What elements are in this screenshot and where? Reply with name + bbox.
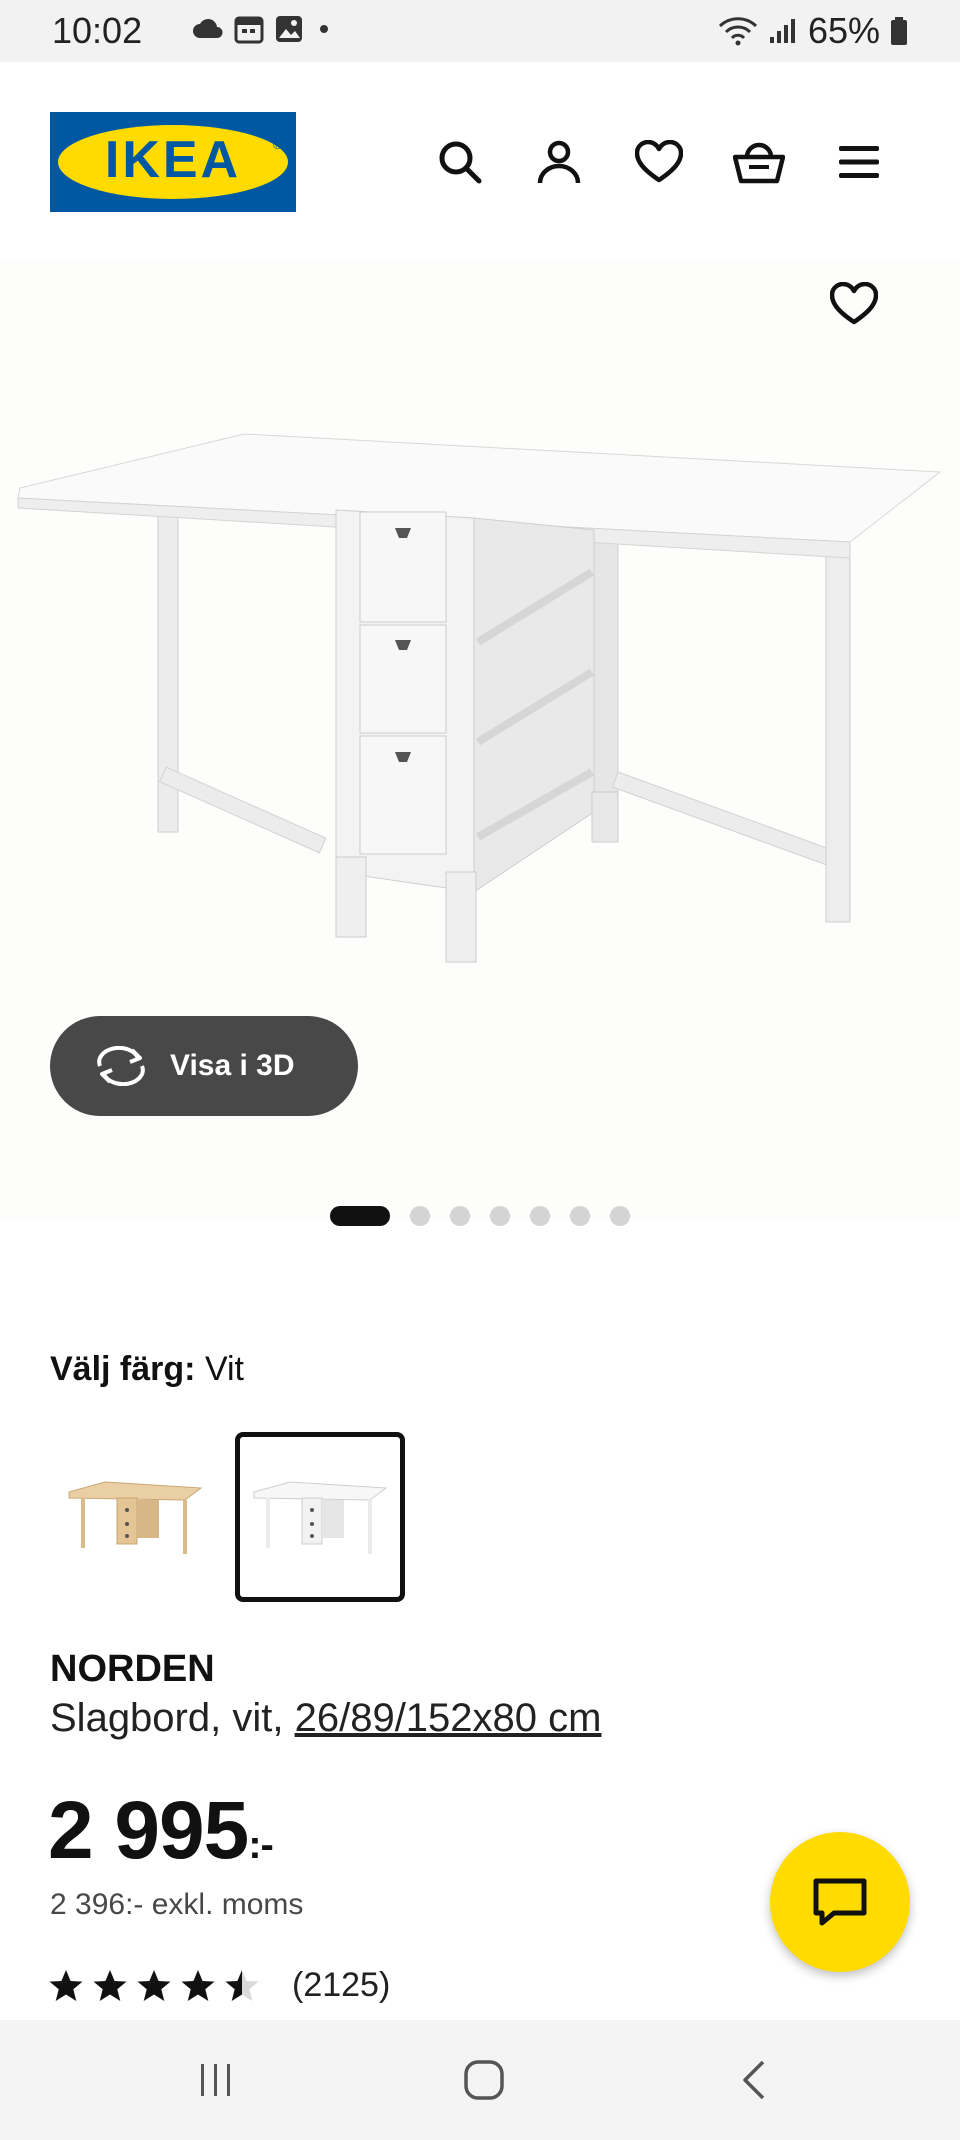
menu-button[interactable]: [829, 132, 889, 192]
product-image-gateleg-table: [17, 433, 942, 963]
half-star-icon: [225, 1969, 259, 2001]
view-in-3d-button[interactable]: Visa i 3D: [50, 1016, 358, 1116]
save-to-list-button[interactable]: [829, 281, 890, 342]
favourites-button[interactable]: [629, 132, 689, 192]
product-gallery[interactable]: Visa i 3D: [0, 262, 960, 1222]
battery-icon: [891, 17, 907, 45]
review-count: (2125): [292, 1966, 391, 2004]
gallery-icon: [276, 16, 302, 42]
account-button[interactable]: [529, 132, 589, 192]
gallery-pagination: [0, 1204, 960, 1228]
gallery-dot-7[interactable]: [610, 1206, 630, 1226]
back-chevron-icon: [743, 2060, 765, 2100]
view-in-3d-label: Visa i 3D: [170, 1049, 295, 1082]
product-price: 2 995:-: [48, 1784, 274, 1878]
gallery-dot-3[interactable]: [450, 1206, 470, 1226]
color-option-birch[interactable]: [50, 1432, 220, 1602]
chat-button[interactable]: [770, 1832, 910, 1972]
status-system-icons: 65%: [718, 10, 908, 52]
cloud-icon: [193, 19, 223, 38]
gallery-dot-2[interactable]: [410, 1206, 430, 1226]
basket-icon: [733, 142, 785, 184]
home-button[interactable]: [444, 2050, 524, 2110]
status-time: 10:02: [52, 10, 143, 51]
logo-registered-mark: ®: [273, 138, 282, 152]
wifi-icon: [718, 17, 757, 46]
white-table-thumbnail: [253, 1481, 388, 1554]
logo-wordmark: IKEA: [104, 131, 242, 189]
color-label-prefix: Välj färg:: [50, 1350, 196, 1388]
status-notification-icons: [192, 14, 334, 44]
system-navigation-bar: [0, 2020, 960, 2140]
gallery-dot-5[interactable]: [530, 1206, 550, 1226]
recent-apps-button[interactable]: [176, 2050, 256, 2110]
star-icon: [49, 1969, 83, 2001]
star-icon: [137, 1969, 171, 2001]
home-icon: [464, 2060, 504, 2100]
product-dimensions-link[interactable]: 26/89/152x80 cm: [295, 1696, 602, 1740]
hamburger-menu-icon: [839, 146, 879, 178]
battery-percent: 65%: [807, 10, 880, 51]
price-suffix: :-: [248, 1823, 274, 1867]
gallery-dot-6[interactable]: [570, 1206, 590, 1226]
status-bar: 10:02 65%: [0, 0, 960, 62]
back-button[interactable]: [714, 2050, 794, 2110]
search-icon: [439, 141, 482, 184]
site-header: IKEA ®: [0, 62, 960, 262]
color-selector-label: Välj färg: Vit: [50, 1350, 244, 1389]
gallery-dot-4[interactable]: [490, 1206, 510, 1226]
chat-icon: [813, 1878, 867, 1926]
rotate-3d-icon: [97, 1046, 145, 1086]
price-amount: 2 995: [48, 1785, 249, 1876]
signal-icon: [769, 19, 795, 43]
heart-icon: [635, 140, 683, 183]
color-selected-value: Vit: [204, 1350, 245, 1388]
calendar-icon: [234, 16, 264, 44]
birch-table-thumbnail: [68, 1481, 203, 1554]
price-excluding-vat: 2 396:- exkl. moms: [50, 1888, 304, 1921]
star-icon: [93, 1969, 127, 2001]
product-description: Slagbord, vit, 26/89/152x80 cm: [50, 1696, 601, 1741]
cart-button[interactable]: [729, 132, 789, 192]
user-icon: [537, 140, 581, 184]
search-button[interactable]: [430, 132, 490, 192]
gallery-dot-1[interactable]: [330, 1206, 390, 1226]
product-type: Slagbord, vit,: [50, 1696, 284, 1740]
heart-icon: [829, 281, 879, 325]
product-rating[interactable]: (2125): [48, 1966, 390, 2005]
color-option-white[interactable]: [235, 1432, 405, 1602]
product-name: NORDEN: [50, 1648, 215, 1690]
star-icon: [181, 1969, 215, 2001]
recent-apps-icon: [201, 2064, 230, 2096]
more-dot-icon: [320, 25, 328, 33]
ikea-logo[interactable]: IKEA ®: [50, 112, 296, 212]
